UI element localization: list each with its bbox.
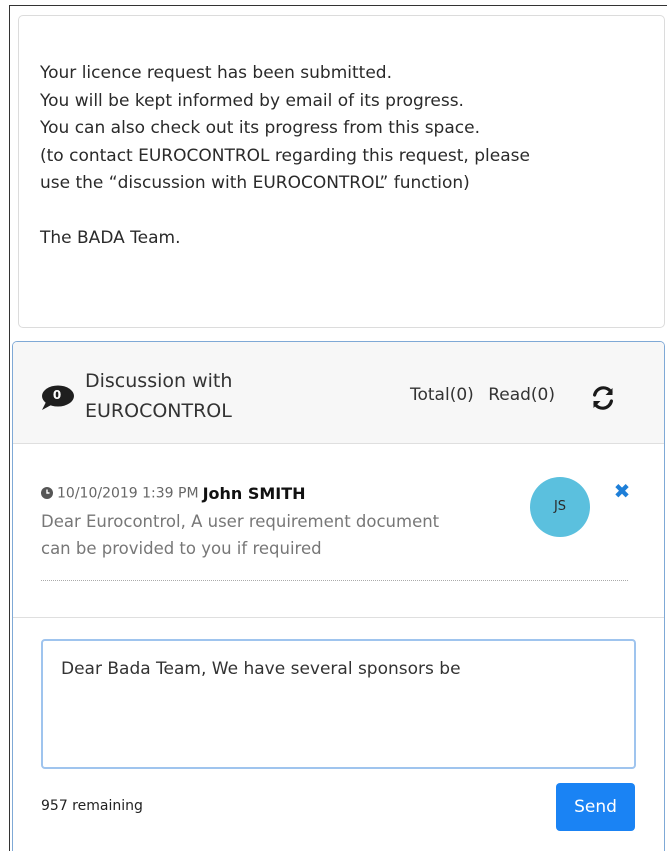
- discussion-header: 0 Discussion with EUROCONTROL Total(0) R…: [13, 342, 664, 444]
- message-body-line: can be provided to you if required: [41, 539, 322, 558]
- notice-line: You will be kept informed by email of it…: [40, 90, 464, 111]
- reply-area: Dear Bada Team, We have several sponsors…: [13, 617, 664, 853]
- refresh-icon[interactable]: [591, 386, 615, 410]
- remaining-counter: 957 remaining: [41, 798, 143, 814]
- close-icon[interactable]: ✖: [613, 480, 631, 502]
- message-body: Dear Eurocontrol, A user requirement doc…: [41, 508, 531, 562]
- submission-notice-card: Your licence request has been submitted.…: [18, 15, 665, 328]
- discussion-title-line: Discussion with: [85, 370, 233, 392]
- message-item: 10/10/2019 1:39 PM John SMITH Dear Euroco…: [13, 444, 664, 616]
- reply-textarea[interactable]: Dear Bada Team, We have several sponsors…: [41, 639, 636, 769]
- submission-notice-text: Your licence request has been submitted.…: [40, 60, 530, 252]
- notice-signoff: The BADA Team.: [40, 227, 181, 248]
- unread-count-badge: 0: [52, 388, 62, 402]
- total-count: Total(0): [410, 385, 474, 405]
- read-count: Read(0): [488, 385, 555, 405]
- notice-line: use the “discussion with EUROCONTROL” fu…: [40, 173, 470, 193]
- message-counts: Total(0) Read(0): [410, 385, 555, 405]
- discussion-title-line: EUROCONTROL: [85, 400, 232, 422]
- message-timestamp: 10/10/2019 1:39 PM: [57, 485, 199, 502]
- discussion-title: Discussion with EUROCONTROL: [85, 366, 315, 426]
- message-divider: [41, 580, 628, 581]
- avatar: JS: [530, 477, 590, 537]
- discussion-panel: 0 Discussion with EUROCONTROL Total(0) R…: [12, 341, 665, 851]
- notice-line: (to contact EUROCONTROL regarding this r…: [40, 145, 530, 166]
- message-meta: 10/10/2019 1:39 PM John SMITH: [41, 483, 306, 503]
- notice-line: Your licence request has been submitted.: [40, 63, 392, 83]
- notice-line: You can also check out its progress from…: [40, 118, 480, 138]
- send-button[interactable]: Send: [556, 783, 635, 831]
- message-body-line: Dear Eurocontrol, A user requirement doc…: [41, 512, 440, 531]
- clock-icon: [41, 486, 53, 499]
- message-author: John SMITH: [202, 484, 306, 503]
